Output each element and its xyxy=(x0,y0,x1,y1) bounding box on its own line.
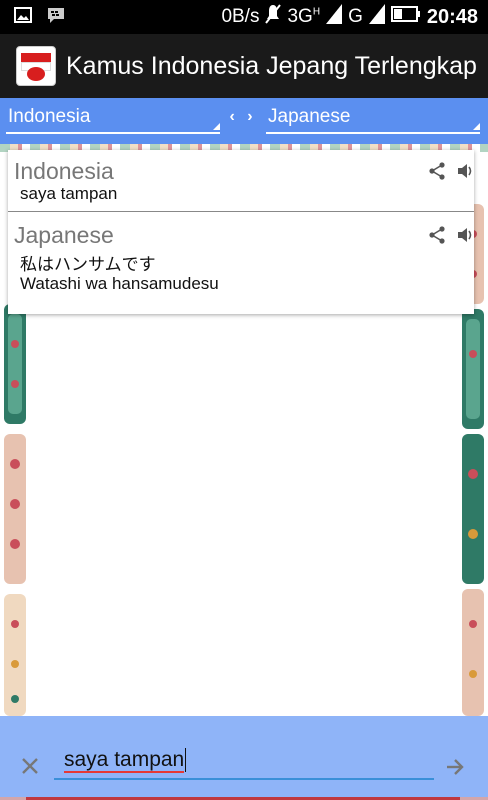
input-bar: saya tampan xyxy=(0,716,488,800)
signal-icon xyxy=(368,4,385,30)
target-text: 私はハンサムです xyxy=(20,255,156,274)
source-language-select[interactable]: Indonesia xyxy=(6,106,220,134)
image-icon xyxy=(14,6,32,28)
speaker-icon[interactable] xyxy=(457,162,475,180)
source-text: saya tampan xyxy=(20,184,118,203)
text-cursor xyxy=(185,748,187,773)
target-language-label: Japanese xyxy=(268,106,351,127)
network-3g: 3GH xyxy=(287,6,321,27)
signal-icon xyxy=(326,4,343,30)
share-icon[interactable] xyxy=(428,226,446,244)
clear-button[interactable] xyxy=(20,756,42,778)
app-flag-icon[interactable] xyxy=(16,46,56,86)
network-g: G xyxy=(348,6,363,27)
search-input[interactable]: saya tampan xyxy=(54,742,434,780)
speaker-icon[interactable] xyxy=(457,226,475,244)
translate-button[interactable] xyxy=(444,756,466,778)
search-input-value: saya tampan xyxy=(64,748,185,773)
target-section-label: Japanese xyxy=(14,222,114,248)
target-language-select[interactable]: Japanese xyxy=(266,106,480,134)
dropdown-arrow-icon xyxy=(213,123,220,130)
language-bar: Indonesia ‹ › Japanese xyxy=(0,98,488,144)
translation-card: Indonesia saya tampan Japanese 私はハンサムです … xyxy=(8,150,474,314)
battery-icon xyxy=(390,5,421,29)
target-romaji: Watashi wa hansamudesu xyxy=(20,274,219,293)
app-title: Kamus Indonesia Jepang Terlengkap xyxy=(66,51,477,80)
swap-languages-button[interactable]: ‹ › xyxy=(228,108,258,132)
app-bar: Kamus Indonesia Jepang Terlengkap xyxy=(0,34,488,98)
clock: 20:48 xyxy=(426,5,478,28)
bbm-icon xyxy=(46,6,66,29)
dropdown-arrow-icon xyxy=(473,123,480,130)
share-icon[interactable] xyxy=(428,162,446,180)
status-bar: 0B/s 3GH G 20:48 xyxy=(0,0,488,34)
translation-area: Indonesia saya tampan Japanese 私はハンサムです … xyxy=(0,144,488,716)
data-rate: 0B/s xyxy=(221,6,260,27)
mute-icon xyxy=(265,3,282,31)
source-language-label: Indonesia xyxy=(8,106,91,127)
divider xyxy=(8,211,474,212)
source-section-label: Indonesia xyxy=(14,158,114,184)
